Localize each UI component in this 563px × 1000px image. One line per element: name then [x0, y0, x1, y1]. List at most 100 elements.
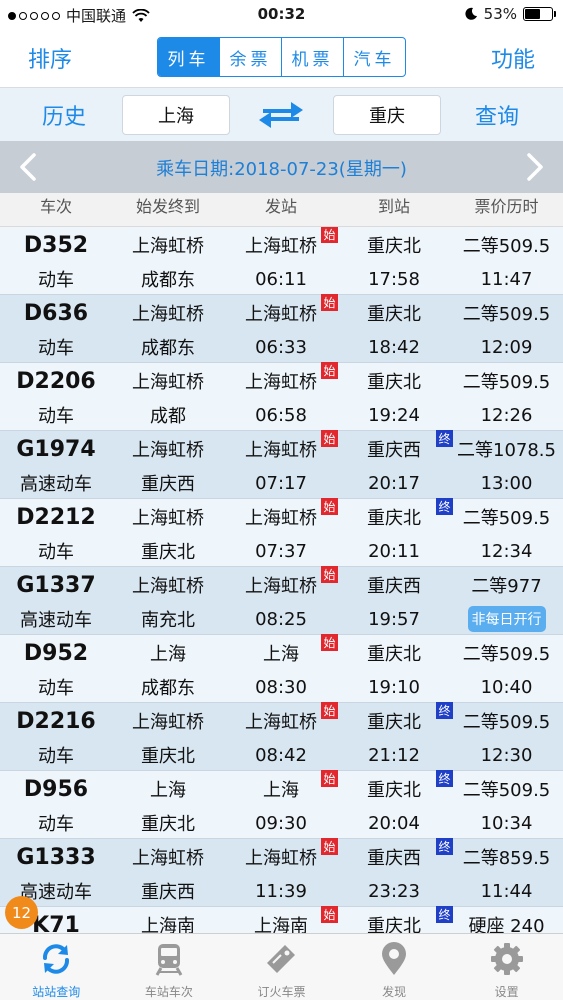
- arrival-station-text: 重庆北: [367, 712, 421, 733]
- tab-remaining-tickets[interactable]: 余票: [220, 38, 282, 76]
- arrival-time: 21:12: [338, 745, 450, 766]
- arrival-time-text: 18:42: [368, 336, 420, 358]
- train-list[interactable]: D352 上海虹桥 上海虹桥始重庆北 二等509.5 动车 成都东 06:11 17:58 11…: [0, 227, 563, 933]
- function-button[interactable]: 功能: [491, 42, 535, 74]
- train-number: D2206: [0, 369, 112, 394]
- origin-start-badge: 始: [321, 566, 338, 583]
- origin-station: 上海虹桥: [112, 708, 224, 734]
- arrival-station: 重庆北: [338, 232, 450, 258]
- train-row[interactable]: D952 上海 上海 始重庆北 二等509.5 动车 成都东 08:30 19:10 10:40: [0, 634, 563, 703]
- arrival-time-text: 20:04: [368, 812, 420, 834]
- travel-date[interactable]: 乘车日期:2018-07-23(星期一): [0, 155, 563, 181]
- train-row[interactable]: D2216 上海虹桥 上海虹桥始重庆北终二等509.5 动车 重庆北 08:42 21:12…: [0, 702, 563, 771]
- refresh-arrows-icon: [43, 944, 70, 974]
- terminus-station-text: 南充北: [141, 610, 195, 631]
- terminus-station: 成都东: [112, 674, 224, 700]
- arrival-station: 重庆北终: [338, 702, 453, 734]
- ticket-price: 二等509.5: [450, 776, 563, 802]
- train-row[interactable]: D2212 上海虹桥 上海虹桥始重庆北终二等509.5 动车 重庆北 07:37 20:11…: [0, 498, 563, 567]
- train-type-text: 动车: [38, 814, 74, 835]
- tab-train[interactable]: 列车: [158, 38, 220, 76]
- history-button[interactable]: 历史: [42, 99, 86, 131]
- origin-station-text: 上海: [150, 780, 186, 801]
- swap-stations-icon[interactable]: [257, 99, 305, 131]
- origin-start-badge: 始: [321, 702, 338, 719]
- terminus-station-text: 成都东: [141, 270, 195, 291]
- col-price-duration: 票价历时: [474, 197, 539, 216]
- ticket-price-text: 二等509.5: [462, 508, 551, 529]
- arrival-time-text: 19:10: [368, 676, 420, 698]
- origin-station: 上海虹桥: [112, 436, 224, 462]
- arrival-time: 20:04: [338, 813, 450, 834]
- tab-station-trains[interactable]: 车站车次: [113, 934, 226, 1000]
- ticket-price-text: 二等859.5: [462, 848, 551, 869]
- origin-station: 上海虹桥: [112, 844, 224, 870]
- origin-station: 上海虹桥: [112, 572, 224, 598]
- tab-bus[interactable]: 汽车: [344, 38, 405, 76]
- travel-duration: 12:26: [450, 405, 563, 426]
- query-button[interactable]: 查询: [475, 99, 519, 131]
- train-row[interactable]: D636 上海虹桥 上海虹桥始重庆北 二等509.5 动车 成都东 06:33 18:42 12…: [0, 294, 563, 363]
- sort-button[interactable]: 排序: [28, 42, 72, 74]
- ticket-price-text: 二等1078.5: [457, 440, 556, 461]
- battery-area: 53%: [464, 5, 556, 23]
- terminus-station: 重庆北: [112, 742, 224, 768]
- tab-label: 订火车票: [257, 985, 306, 999]
- train-row[interactable]: D956 上海 上海 始重庆北终二等509.5 动车 重庆北 09:30 20:04 10:34: [0, 770, 563, 839]
- departure-station-text: 上海: [263, 780, 299, 801]
- arrival-station: 重庆北终: [338, 906, 453, 933]
- departure-time-text: 09:30: [255, 812, 307, 834]
- terminus-station-text: 重庆北: [141, 746, 195, 767]
- origin-station-text: 上海虹桥: [132, 236, 204, 257]
- train-type-text: 动车: [38, 338, 74, 359]
- origin-start-badge: 始: [321, 498, 338, 515]
- arrival-time-text: 21:12: [368, 744, 420, 766]
- departure-time: 08:25: [224, 609, 338, 630]
- column-header: 车次 始发终到 发站 到站 票价历时: [0, 193, 563, 227]
- departure-station-text: 上海虹桥: [245, 236, 317, 257]
- origin-start-badge: 始: [321, 906, 338, 923]
- origin-station-text: 上海南: [141, 916, 195, 933]
- train-number-text: D352: [23, 232, 89, 258]
- ticket-price-text: 二等509.5: [462, 712, 551, 733]
- origin-station: 上海虹桥: [112, 504, 224, 530]
- origin-station-text: 上海虹桥: [132, 440, 204, 461]
- train-number-text: D2212: [16, 504, 96, 530]
- departure-time: 11:39: [224, 881, 338, 902]
- tab-label: 设置: [494, 985, 519, 999]
- tab-flights[interactable]: 机票: [282, 38, 344, 76]
- travel-duration-text: 12:34: [480, 540, 533, 562]
- tab-book-tickets[interactable]: 订火车票: [225, 934, 338, 1000]
- arrival-station: 重庆西: [338, 572, 450, 598]
- origin-station: 上海虹桥: [112, 368, 224, 394]
- travel-duration: 12:30: [450, 745, 563, 766]
- train-number-text: D636: [23, 300, 89, 326]
- train-number-text: G1333: [16, 844, 96, 870]
- train-row[interactable]: D352 上海虹桥 上海虹桥始重庆北 二等509.5 动车 成都东 06:11 17:58 11…: [0, 227, 563, 295]
- train-row[interactable]: G1337 上海虹桥 上海虹桥始重庆西 二等977 高速动车 南充北 08:25 19:57 非…: [0, 566, 563, 635]
- tab-station-query[interactable]: 站站查询: [0, 934, 113, 1000]
- arrival-time: 20:11: [338, 541, 450, 562]
- departure-time-text: 06:11: [255, 268, 307, 290]
- train-row[interactable]: G1333 上海虹桥 上海虹桥始重庆西终二等859.5 高速动车 重庆西 11:39 23:…: [0, 838, 563, 907]
- arrival-station: 重庆北: [338, 640, 450, 666]
- train-number: D952: [0, 641, 112, 666]
- departure-station-text: 上海虹桥: [245, 576, 317, 597]
- tab-label: 发现: [382, 985, 407, 999]
- arrival-station-text: 重庆北: [367, 780, 421, 801]
- tab-discover[interactable]: 发现: [338, 934, 451, 1000]
- from-station-field[interactable]: 上海: [122, 95, 230, 135]
- tab-settings[interactable]: 设置: [450, 934, 563, 1000]
- chevron-right-icon[interactable]: [519, 151, 549, 183]
- arrival-time: 20:17: [338, 473, 450, 494]
- train-type-text: 动车: [38, 746, 74, 767]
- train-row[interactable]: D2206 上海虹桥 上海虹桥始重庆北 二等509.5 动车 成都 06:58 19:24 12…: [0, 362, 563, 431]
- train-row[interactable]: G1974 上海虹桥 上海虹桥始重庆西终二等1078.5 高速动车 重庆西 07:17 20…: [0, 430, 563, 499]
- travel-duration-text: 11:44: [480, 880, 533, 902]
- origin-station: 上海南: [112, 912, 224, 933]
- travel-duration-text: 12:30: [480, 744, 533, 766]
- terminus-station: 成都东: [112, 334, 224, 360]
- train-row[interactable]: K71 上海南 上海南始重庆北终硬座 240: [0, 906, 563, 933]
- to-station-field[interactable]: 重庆: [333, 95, 441, 135]
- departure-station-text: 上海虹桥: [245, 508, 317, 529]
